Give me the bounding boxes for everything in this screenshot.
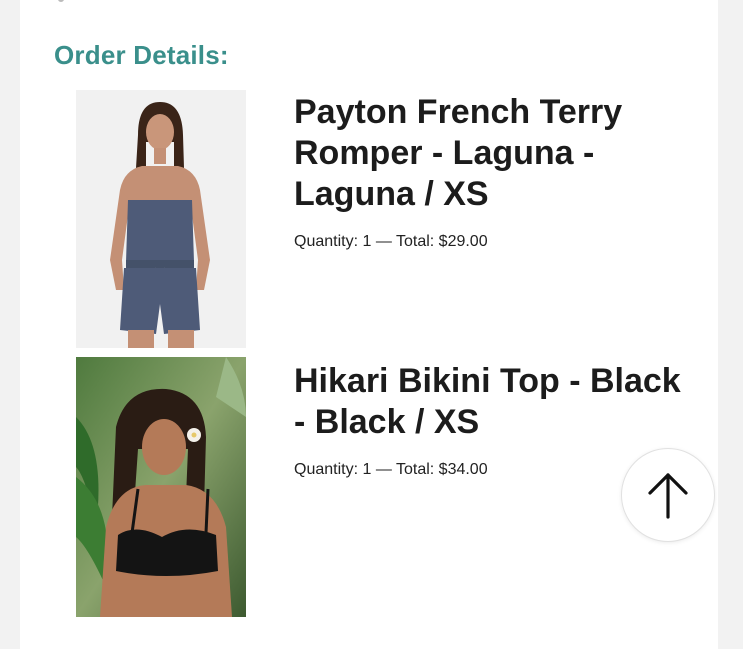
- scroll-indicator: [58, 0, 64, 2]
- product-image-bikini: [76, 357, 246, 617]
- product-image-romper: [76, 90, 246, 348]
- scroll-to-top-button[interactable]: [621, 448, 715, 542]
- product-name: Payton French Terry Romper - Laguna - La…: [294, 93, 623, 213]
- product-name: Hikari Bikini Top - Black - Black / XS: [294, 362, 681, 441]
- order-details-panel: Order Details: Payton French Terry Rompe…: [20, 0, 718, 649]
- product-quantity-total: Quantity: 1 — Total: $34.00: [294, 461, 488, 478]
- product-quantity-total: Quantity: 1 — Total: $29.00: [294, 233, 488, 250]
- order-details-heading: Order Details:: [54, 40, 229, 70]
- arrow-up-icon: [648, 473, 688, 519]
